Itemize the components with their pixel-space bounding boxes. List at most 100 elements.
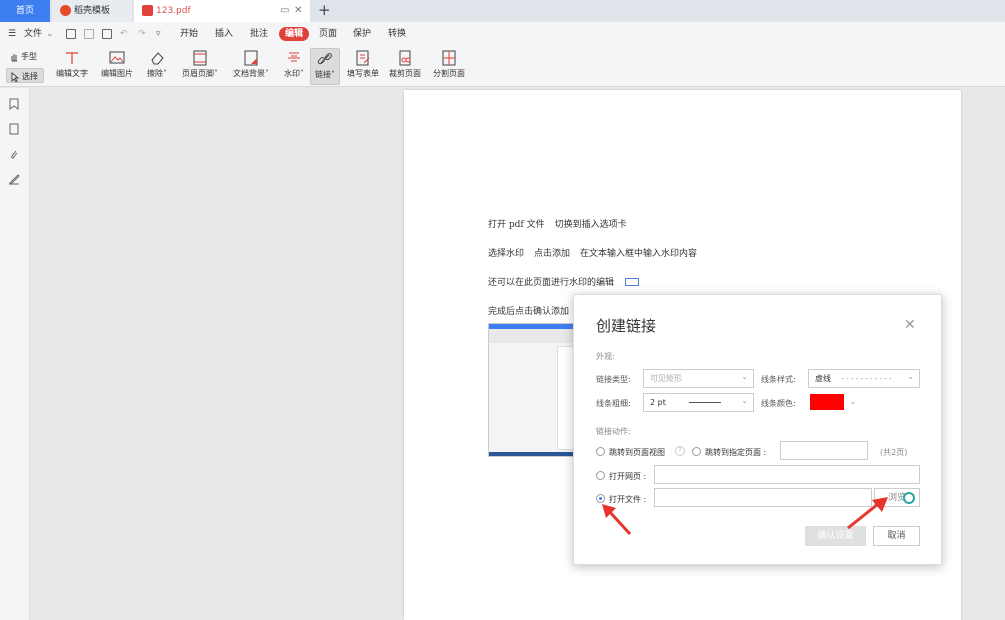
doc-text: 切换到插入选项卡 bbox=[554, 220, 627, 230]
chevron-down-icon[interactable]: ⌄ bbox=[844, 394, 862, 410]
action-section-label: 链接动作: bbox=[596, 427, 631, 436]
docer-icon bbox=[60, 5, 71, 16]
bookmark-icon[interactable] bbox=[8, 98, 20, 110]
appearance-section-label: 外观: bbox=[596, 352, 615, 361]
doc-line-2: 选择水印 点击添加 在文本输入框中输入水印内容 bbox=[488, 246, 697, 259]
link-type-value: 可见矩形 bbox=[650, 374, 682, 383]
link-rectangle[interactable] bbox=[625, 278, 639, 286]
tab-home[interactable]: 首页 bbox=[0, 0, 50, 22]
watermark-icon bbox=[288, 52, 300, 62]
chevron-down-icon[interactable]: ⌄ bbox=[46, 27, 54, 41]
split-page-icon bbox=[442, 50, 456, 66]
web-label: 打开网页 : bbox=[609, 472, 647, 481]
edit-image-label: 编辑图片 bbox=[101, 69, 133, 78]
crop-page-icon bbox=[399, 50, 411, 66]
link-label: 链接 bbox=[315, 70, 331, 79]
header-footer-button[interactable]: 页眉页脚˅ bbox=[179, 48, 221, 85]
menu-comment[interactable]: 批注 bbox=[250, 27, 268, 41]
undo-icon[interactable]: ↶ bbox=[120, 27, 128, 41]
edit-image-button[interactable]: 编辑图片 bbox=[98, 48, 136, 85]
link-button[interactable]: 链接˅ bbox=[310, 48, 340, 85]
select-tool-button[interactable]: 选择 bbox=[6, 68, 44, 83]
redo-icon[interactable]: ↷ bbox=[138, 27, 146, 41]
menu-convert[interactable]: 转换 bbox=[388, 27, 406, 41]
print-icon[interactable] bbox=[102, 29, 112, 39]
line-style-value: 虚线 bbox=[815, 374, 831, 383]
eraser-icon bbox=[151, 52, 164, 65]
menu-file[interactable]: 文件 bbox=[24, 27, 42, 41]
crop-page-button[interactable]: 裁剪页面 bbox=[387, 48, 423, 85]
arrow-annotation-icon bbox=[602, 504, 632, 536]
open-folder-icon[interactable] bbox=[66, 29, 76, 39]
file-path-input[interactable] bbox=[654, 488, 872, 507]
doc-text: 选择水印 bbox=[488, 249, 525, 259]
tab-bar: 首页 稻壳模板 123.pdf ▭ ✕ + bbox=[0, 0, 1005, 22]
menu-protect[interactable]: 保护 bbox=[353, 27, 371, 41]
doc-background-label: 文档背景 bbox=[233, 69, 265, 78]
edit-text-button[interactable]: 编辑文字 bbox=[54, 48, 90, 85]
header-footer-icon bbox=[193, 50, 207, 66]
total-pages-label: (共2页) bbox=[880, 448, 908, 457]
link-type-label: 链接类型: bbox=[596, 375, 631, 384]
split-page-label: 分割页面 bbox=[433, 69, 465, 78]
page-view-label: 跳转到页面视图 bbox=[609, 448, 665, 457]
doc-text: 在文本输入框中输入水印内容 bbox=[580, 249, 698, 259]
fill-form-icon bbox=[356, 50, 370, 66]
thumbnail-icon[interactable] bbox=[8, 123, 20, 135]
attachment-icon[interactable] bbox=[8, 148, 20, 160]
line-width-select[interactable]: 2 pt bbox=[643, 392, 754, 412]
menu-lines-icon[interactable]: ☰ bbox=[8, 27, 16, 41]
monitor-icon[interactable]: ▭ bbox=[280, 0, 289, 22]
erase-button[interactable]: 擦除˅ bbox=[144, 48, 170, 85]
menu-insert[interactable]: 插入 bbox=[215, 27, 233, 41]
new-tab-icon[interactable]: + bbox=[318, 0, 331, 20]
line-width-value: 2 pt bbox=[650, 398, 666, 407]
web-url-input[interactable] bbox=[654, 465, 920, 484]
split-page-button[interactable]: 分割页面 bbox=[431, 48, 467, 85]
radio-specific-page[interactable] bbox=[692, 447, 701, 456]
watermark-label: 水印 bbox=[284, 69, 300, 78]
menu-page[interactable]: 页面 bbox=[319, 27, 337, 41]
line-width-label: 线条粗细: bbox=[596, 399, 631, 408]
tab-document[interactable]: 123.pdf ▭ ✕ bbox=[134, 0, 310, 22]
doc-background-button[interactable]: 文档背景˅ bbox=[230, 48, 272, 85]
line-color-swatch[interactable] bbox=[810, 394, 844, 410]
save-icon[interactable] bbox=[84, 29, 94, 39]
menu-bar: ☰ 文件 ⌄ ↶ ↷ ▿ 开始 插入 批注 编辑 页面 保护 转换 bbox=[0, 22, 1005, 46]
select-label: 选择 bbox=[22, 72, 38, 81]
hand-tool-button[interactable]: 手型 bbox=[6, 49, 37, 64]
tab-document-label: 123.pdf bbox=[156, 6, 191, 16]
doc-text: 点击添加 bbox=[534, 249, 571, 259]
customize-icon[interactable]: ▿ bbox=[156, 27, 161, 41]
signature-icon[interactable] bbox=[8, 173, 20, 185]
click-indicator-icon bbox=[903, 492, 915, 504]
help-icon[interactable]: ? bbox=[675, 446, 685, 456]
radio-web[interactable] bbox=[596, 471, 605, 480]
close-icon[interactable]: ✕ bbox=[904, 317, 916, 333]
fill-form-button[interactable]: 填写表单 bbox=[345, 48, 381, 85]
left-sidebar bbox=[0, 88, 30, 620]
crop-page-label: 裁剪页面 bbox=[389, 69, 421, 78]
line-style-preview: - - - - - - - - - - - bbox=[841, 375, 892, 383]
line-style-label: 线条样式: bbox=[761, 375, 796, 384]
edit-image-icon bbox=[109, 51, 125, 64]
menu-edit[interactable]: 编辑 bbox=[279, 27, 310, 41]
pdf-icon bbox=[142, 5, 153, 16]
line-style-select[interactable]: 虚线 - - - - - - - - - - - bbox=[808, 368, 920, 388]
radio-page-view[interactable] bbox=[596, 447, 605, 456]
edit-text-label: 编辑文字 bbox=[56, 69, 88, 78]
line-color-label: 线条颜色: bbox=[761, 399, 796, 408]
cursor-icon bbox=[11, 71, 20, 83]
hand-icon bbox=[11, 53, 17, 61]
doc-line-1: 打开 pdf 文件 切换到插入选项卡 bbox=[488, 217, 627, 230]
close-icon[interactable]: ✕ bbox=[294, 0, 302, 22]
doc-line-4: 完成后点击确认添加 bbox=[488, 307, 570, 317]
tab-templates[interactable]: 稻壳模板 bbox=[52, 0, 132, 22]
ribbon-toolbar: 手型 选择 编辑文字 编辑图片 擦除˅ 页眉页脚˅ 文档背景˅ 水印˅ 链接˅ … bbox=[0, 46, 1005, 87]
menu-start[interactable]: 开始 bbox=[180, 27, 198, 41]
page-number-input[interactable] bbox=[780, 441, 868, 460]
doc-line-3: 还可以在此页面进行水印的编辑 bbox=[488, 278, 615, 288]
header-footer-label: 页眉页脚 bbox=[182, 69, 214, 78]
link-type-select[interactable]: 可见矩形 bbox=[643, 368, 754, 388]
watermark-button[interactable]: 水印˅ bbox=[281, 48, 307, 85]
